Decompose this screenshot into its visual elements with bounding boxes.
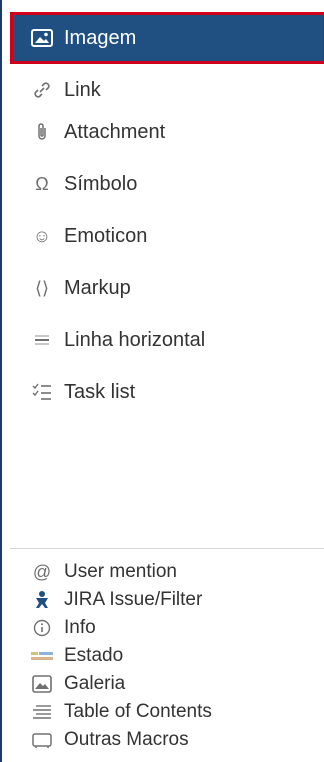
status-icon — [30, 644, 54, 668]
menu-item-label: Attachment — [64, 120, 166, 143]
link-icon — [30, 78, 54, 102]
menu-item-label: Markup — [64, 276, 131, 299]
menu-item-jira-issue-filter[interactable]: JIRA Issue/Filter — [10, 586, 324, 614]
menu-item-label: JIRA Issue/Filter — [64, 589, 203, 610]
menu-item-outras-macros[interactable]: Outras Macros — [10, 726, 324, 754]
menu-divider — [10, 548, 324, 549]
macros-icon — [30, 728, 54, 752]
menu-item-emoticon[interactable]: ☺ Emoticon — [10, 210, 324, 262]
image-icon — [30, 26, 54, 50]
code-brackets-icon: ⟨⟩ — [34, 277, 50, 298]
menu-item-linha-horizontal[interactable]: Linha horizontal — [10, 314, 324, 366]
menu-item-user-mention[interactable]: @ User mention — [10, 558, 324, 586]
menu-item-info[interactable]: Info — [10, 614, 324, 642]
menu-item-label: Galeria — [64, 673, 126, 694]
menu-item-label: User mention — [64, 561, 177, 582]
menu-item-label: Link — [64, 78, 101, 101]
paperclip-icon — [30, 120, 54, 144]
omega-icon: Ω — [35, 173, 49, 194]
menu-item-label: Imagem — [64, 26, 137, 49]
menu-item-label: Símbolo — [64, 172, 138, 195]
menu-item-label: Outras Macros — [64, 729, 189, 750]
menu-item-table-of-contents[interactable]: Table of Contents — [10, 698, 324, 726]
menu-item-label: Linha horizontal — [64, 328, 206, 351]
menu-item-imagem[interactable]: Imagem — [10, 12, 324, 64]
gallery-icon — [30, 672, 54, 696]
menu-item-label: Estado — [64, 645, 124, 666]
at-icon: @ — [32, 561, 52, 582]
menu-item-markup[interactable]: ⟨⟩ Markup — [10, 262, 324, 314]
menu-item-galeria[interactable]: Galeria — [10, 670, 324, 698]
menu-item-attachment[interactable]: Attachment — [10, 106, 324, 158]
menu-item-label: Emoticon — [64, 224, 148, 247]
insert-menu: Imagem Link Attachment Ω Símbolo ☺ Emoti… — [0, 0, 324, 762]
menu-item-label: Info — [64, 617, 96, 638]
horizontal-rule-icon — [30, 328, 54, 352]
jira-icon — [30, 588, 54, 612]
toc-icon — [30, 700, 54, 724]
menu-item-label: Table of Contents — [64, 701, 212, 722]
menu-item-label: Task list — [64, 380, 136, 403]
menu-item-task-list[interactable]: Task list — [10, 366, 324, 418]
menu-item-simbolo[interactable]: Ω Símbolo — [10, 158, 324, 210]
task-list-icon — [30, 380, 54, 404]
menu-item-estado[interactable]: Estado — [10, 642, 324, 670]
info-icon — [30, 616, 54, 640]
smiley-icon: ☺ — [32, 225, 52, 246]
